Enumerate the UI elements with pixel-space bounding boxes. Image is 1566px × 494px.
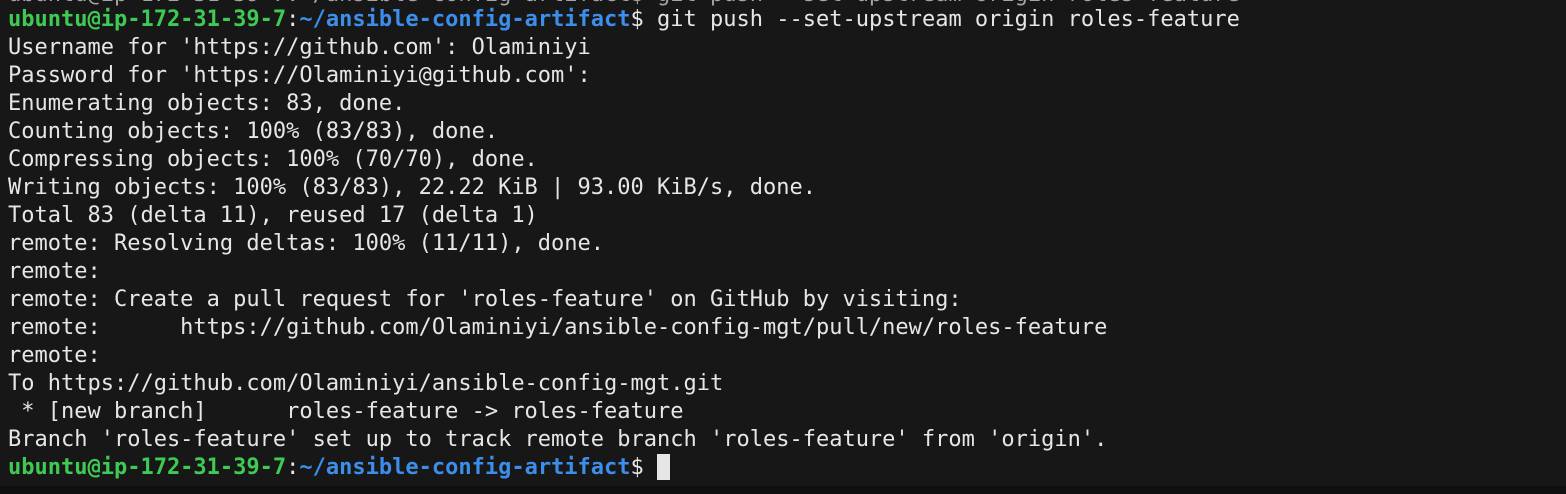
output-line: Counting objects: 100% (83/83), done. [8, 119, 499, 144]
output-line: Username for 'https://github.com': Olami… [8, 35, 591, 60]
prompt-user-host: ubuntu@ip-172-31-39-7 [8, 455, 287, 480]
prompt-symbol: $ [630, 7, 658, 32]
output-line: Writing objects: 100% (83/83), 22.22 KiB… [8, 175, 816, 200]
prompt-colon: : [286, 455, 300, 480]
output-line: Total 83 (delta 11), reused 17 (delta 1) [8, 203, 538, 228]
output-line: Branch 'roles-feature' set up to track r… [8, 427, 1108, 452]
output-line: Password for 'https://Olaminiyi@github.c… [8, 63, 591, 88]
output-line: remote: https://github.com/Olaminiyi/ans… [8, 315, 1108, 340]
prompt-colon: : [286, 7, 300, 32]
output-line: To https://github.com/Olaminiyi/ansible-… [8, 371, 724, 396]
prompt-user-host: ubuntu@ip-172-31-39-7 [8, 7, 287, 32]
output-line: remote: Create a pull request for 'roles… [8, 287, 962, 312]
output-line: * [new branch] roles-feature -> roles-fe… [8, 399, 684, 424]
output-line: Enumerating objects: 83, done. [8, 91, 406, 116]
output-line: remote: [8, 259, 101, 284]
terminal-window[interactable]: ubuntu@ip-172-31-39-7:~/ansible-config-a… [0, 0, 1566, 494]
output-line: Compressing objects: 100% (70/70), done. [8, 147, 538, 172]
terminal-output: ubuntu@ip-172-31-39-7:~/ansible-config-a… [8, 6, 1566, 482]
prompt-path: ~/ansible-config-artifact [299, 7, 631, 32]
output-line: remote: Resolving deltas: 100% (11/11), … [8, 231, 605, 256]
prompt-symbol: $ [630, 455, 658, 480]
prompt-line[interactable]: ubuntu@ip-172-31-39-7:~/ansible-config-a… [8, 454, 1566, 482]
output-line: remote: [8, 343, 101, 368]
window-bottom-edge [0, 486, 1566, 494]
text-cursor[interactable] [657, 454, 671, 480]
prompt-line: ubuntu@ip-172-31-39-7:~/ansible-config-a… [8, 6, 1566, 34]
command-text: git push --set-upstream origin roles-fea… [657, 7, 1240, 32]
prompt-path: ~/ansible-config-artifact [299, 455, 631, 480]
